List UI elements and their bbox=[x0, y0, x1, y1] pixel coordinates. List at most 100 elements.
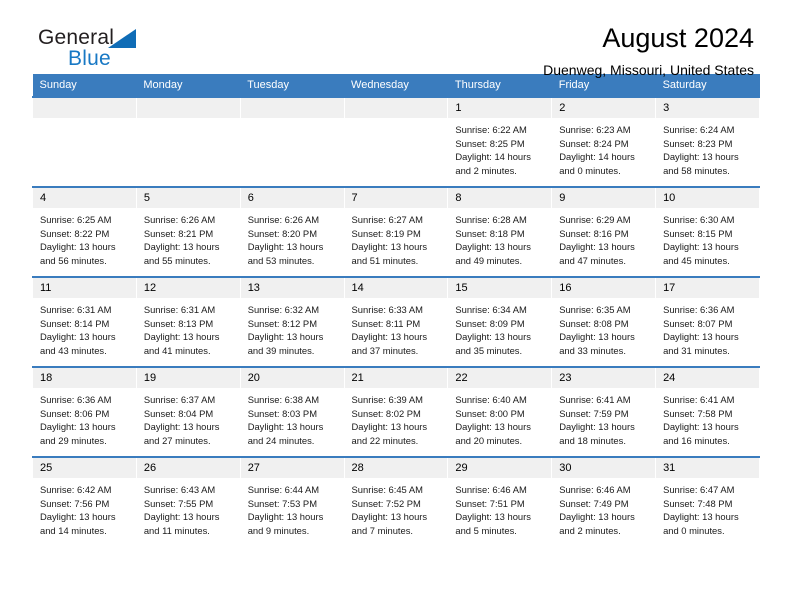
day-cell[interactable]: 19 Sunrise: 6:37 AM Sunset: 8:04 PM Dayl… bbox=[135, 366, 241, 457]
day-cell[interactable] bbox=[239, 96, 345, 187]
daylight-text-line2: and 9 minutes. bbox=[247, 524, 310, 536]
day-cell[interactable]: 16 Sunrise: 6:35 AM Sunset: 8:08 PM Dayl… bbox=[551, 276, 657, 367]
day-cell[interactable]: 11 Sunrise: 6:31 AM Sunset: 8:14 PM Dayl… bbox=[32, 276, 137, 367]
day-number: 11 bbox=[33, 278, 136, 298]
day-cell[interactable]: 24 Sunrise: 6:41 AM Sunset: 7:58 PM Dayl… bbox=[655, 366, 760, 457]
day-details: Sunrise: 6:41 AM Sunset: 7:59 PM Dayligh… bbox=[552, 388, 655, 447]
day-number: 3 bbox=[656, 98, 759, 118]
day-details: Sunrise: 6:34 AM Sunset: 8:09 PM Dayligh… bbox=[448, 298, 551, 357]
day-cell[interactable]: 28 Sunrise: 6:45 AM Sunset: 7:52 PM Dayl… bbox=[343, 456, 449, 546]
calendar-week-row: 4 Sunrise: 6:25 AM Sunset: 8:22 PM Dayli… bbox=[32, 186, 760, 277]
day-cell[interactable] bbox=[343, 96, 449, 187]
day-number: 21 bbox=[344, 368, 448, 388]
day-cell[interactable]: 12 Sunrise: 6:31 AM Sunset: 8:13 PM Dayl… bbox=[135, 276, 241, 367]
day-details: Sunrise: 6:31 AM Sunset: 8:13 PM Dayligh… bbox=[137, 298, 240, 357]
day-cell[interactable]: 15 Sunrise: 6:34 AM Sunset: 8:09 PM Dayl… bbox=[447, 276, 553, 367]
day-details: Sunrise: 6:35 AM Sunset: 8:08 PM Dayligh… bbox=[552, 298, 655, 357]
day-cell[interactable]: 30 Sunrise: 6:46 AM Sunset: 7:49 PM Dayl… bbox=[551, 456, 657, 546]
day-number: 10 bbox=[656, 188, 759, 208]
daylight-text-line1: Daylight: 13 hours bbox=[559, 511, 635, 523]
daylight-text-line1: Daylight: 13 hours bbox=[559, 421, 635, 433]
sunrise-text: Sunrise: 6:31 AM bbox=[143, 304, 216, 315]
day-cell[interactable]: 9 Sunrise: 6:29 AM Sunset: 8:16 PM Dayli… bbox=[551, 186, 657, 277]
day-number: 31 bbox=[656, 458, 759, 478]
day-number: 13 bbox=[240, 278, 344, 298]
daylight-text-line2: and 56 minutes. bbox=[40, 254, 107, 266]
sunset-text: Sunset: 8:18 PM bbox=[455, 227, 525, 239]
daylight-text-line1: Daylight: 13 hours bbox=[351, 421, 428, 433]
day-cell[interactable]: 13 Sunrise: 6:32 AM Sunset: 8:12 PM Dayl… bbox=[239, 276, 345, 367]
day-cell[interactable]: 22 Sunrise: 6:40 AM Sunset: 8:00 PM Dayl… bbox=[447, 366, 553, 457]
day-cell[interactable]: 27 Sunrise: 6:44 AM Sunset: 7:53 PM Dayl… bbox=[239, 456, 345, 546]
sunset-text: Sunset: 8:04 PM bbox=[143, 407, 214, 419]
day-cell[interactable]: 20 Sunrise: 6:38 AM Sunset: 8:03 PM Dayl… bbox=[239, 366, 345, 457]
sunset-text: Sunset: 8:16 PM bbox=[559, 227, 629, 239]
day-number: 29 bbox=[448, 458, 552, 478]
day-cell[interactable]: 21 Sunrise: 6:39 AM Sunset: 8:02 PM Dayl… bbox=[343, 366, 449, 457]
day-details: Sunrise: 6:29 AM Sunset: 8:16 PM Dayligh… bbox=[552, 208, 655, 267]
day-number: 14 bbox=[344, 278, 448, 298]
daylight-text-line2: and 11 minutes. bbox=[143, 524, 210, 536]
sunset-text: Sunset: 8:15 PM bbox=[663, 227, 733, 239]
day-details: Sunrise: 6:43 AM Sunset: 7:55 PM Dayligh… bbox=[137, 478, 240, 537]
weekday-header-monday: Monday bbox=[136, 74, 241, 97]
daylight-text-line1: Daylight: 13 hours bbox=[351, 511, 428, 523]
calendar-week-row: 1 Sunrise: 6:22 AM Sunset: 8:25 PM Dayli… bbox=[32, 96, 760, 187]
day-cell[interactable]: 26 Sunrise: 6:43 AM Sunset: 7:55 PM Dayl… bbox=[135, 456, 241, 546]
day-cell[interactable]: 4 Sunrise: 6:25 AM Sunset: 8:22 PM Dayli… bbox=[32, 186, 137, 277]
day-details: Sunrise: 6:36 AM Sunset: 8:07 PM Dayligh… bbox=[656, 298, 759, 357]
sunrise-text: Sunrise: 6:30 AM bbox=[663, 214, 735, 225]
day-cell[interactable]: 5 Sunrise: 6:26 AM Sunset: 8:21 PM Dayli… bbox=[135, 186, 241, 277]
sunset-text: Sunset: 7:56 PM bbox=[40, 497, 110, 509]
day-number: 20 bbox=[240, 368, 344, 388]
sunrise-text: Sunrise: 6:38 AM bbox=[247, 394, 320, 405]
day-cell[interactable] bbox=[135, 96, 241, 187]
generalblue-logo[interactable]: General Blue bbox=[38, 26, 258, 74]
sunrise-text: Sunrise: 6:37 AM bbox=[143, 394, 216, 405]
day-cell[interactable]: 25 Sunrise: 6:42 AM Sunset: 7:56 PM Dayl… bbox=[32, 456, 137, 546]
day-cell[interactable]: 29 Sunrise: 6:46 AM Sunset: 7:51 PM Dayl… bbox=[447, 456, 553, 546]
day-number: 26 bbox=[136, 458, 240, 478]
sunrise-text: Sunrise: 6:33 AM bbox=[351, 304, 423, 315]
day-details: Sunrise: 6:22 AM Sunset: 8:25 PM Dayligh… bbox=[448, 118, 551, 177]
day-number bbox=[136, 98, 240, 118]
daylight-text-line2: and 0 minutes. bbox=[559, 164, 621, 176]
sunrise-text: Sunrise: 6:39 AM bbox=[351, 394, 423, 405]
day-details: Sunrise: 6:40 AM Sunset: 8:00 PM Dayligh… bbox=[448, 388, 551, 447]
day-cell[interactable]: 10 Sunrise: 6:30 AM Sunset: 8:15 PM Dayl… bbox=[655, 186, 760, 277]
page-header: General Blue August 2024 Duenweg, Missou… bbox=[32, 0, 760, 78]
day-number: 28 bbox=[344, 458, 448, 478]
day-cell[interactable]: 8 Sunrise: 6:28 AM Sunset: 8:18 PM Dayli… bbox=[447, 186, 553, 277]
daylight-text-line2: and 45 minutes. bbox=[663, 254, 730, 266]
sunset-text: Sunset: 8:13 PM bbox=[143, 317, 214, 329]
day-cell[interactable]: 3 Sunrise: 6:24 AM Sunset: 8:23 PM Dayli… bbox=[655, 96, 760, 187]
day-details: Sunrise: 6:46 AM Sunset: 7:51 PM Dayligh… bbox=[448, 478, 551, 537]
day-number: 22 bbox=[448, 368, 552, 388]
daylight-text-line1: Daylight: 13 hours bbox=[455, 241, 531, 253]
daylight-text-line2: and 14 minutes. bbox=[40, 524, 107, 536]
daylight-text-line2: and 49 minutes. bbox=[455, 254, 523, 266]
daylight-text-line2: and 7 minutes. bbox=[351, 524, 414, 536]
day-cell[interactable] bbox=[32, 96, 137, 187]
day-cell[interactable]: 1 Sunrise: 6:22 AM Sunset: 8:25 PM Dayli… bbox=[447, 96, 553, 187]
day-cell[interactable]: 7 Sunrise: 6:27 AM Sunset: 8:19 PM Dayli… bbox=[343, 186, 449, 277]
day-cell[interactable]: 31 Sunrise: 6:47 AM Sunset: 7:48 PM Dayl… bbox=[655, 456, 760, 546]
day-cell[interactable]: 14 Sunrise: 6:33 AM Sunset: 8:11 PM Dayl… bbox=[343, 276, 449, 367]
sunrise-text: Sunrise: 6:46 AM bbox=[455, 484, 527, 495]
sunrise-text: Sunrise: 6:41 AM bbox=[663, 394, 735, 405]
daylight-text-line2: and 29 minutes. bbox=[40, 434, 107, 446]
sunrise-text: Sunrise: 6:31 AM bbox=[40, 304, 112, 315]
day-cell[interactable]: 23 Sunrise: 6:41 AM Sunset: 7:59 PM Dayl… bbox=[551, 366, 657, 457]
daylight-text-line1: Daylight: 13 hours bbox=[40, 511, 116, 523]
day-details: Sunrise: 6:37 AM Sunset: 8:04 PM Dayligh… bbox=[137, 388, 240, 447]
sunset-text: Sunset: 8:20 PM bbox=[247, 227, 317, 239]
sunrise-text: Sunrise: 6:41 AM bbox=[559, 394, 631, 405]
day-cell[interactable]: 6 Sunrise: 6:26 AM Sunset: 8:20 PM Dayli… bbox=[239, 186, 345, 277]
day-cell[interactable]: 18 Sunrise: 6:36 AM Sunset: 8:06 PM Dayl… bbox=[32, 366, 137, 457]
daylight-text-line1: Daylight: 13 hours bbox=[663, 151, 739, 163]
day-cell[interactable]: 17 Sunrise: 6:36 AM Sunset: 8:07 PM Dayl… bbox=[655, 276, 760, 367]
daylight-text-line2: and 35 minutes. bbox=[455, 344, 523, 356]
day-number: 2 bbox=[552, 98, 656, 118]
day-cell[interactable]: 2 Sunrise: 6:23 AM Sunset: 8:24 PM Dayli… bbox=[551, 96, 657, 187]
sunrise-text: Sunrise: 6:27 AM bbox=[351, 214, 423, 225]
